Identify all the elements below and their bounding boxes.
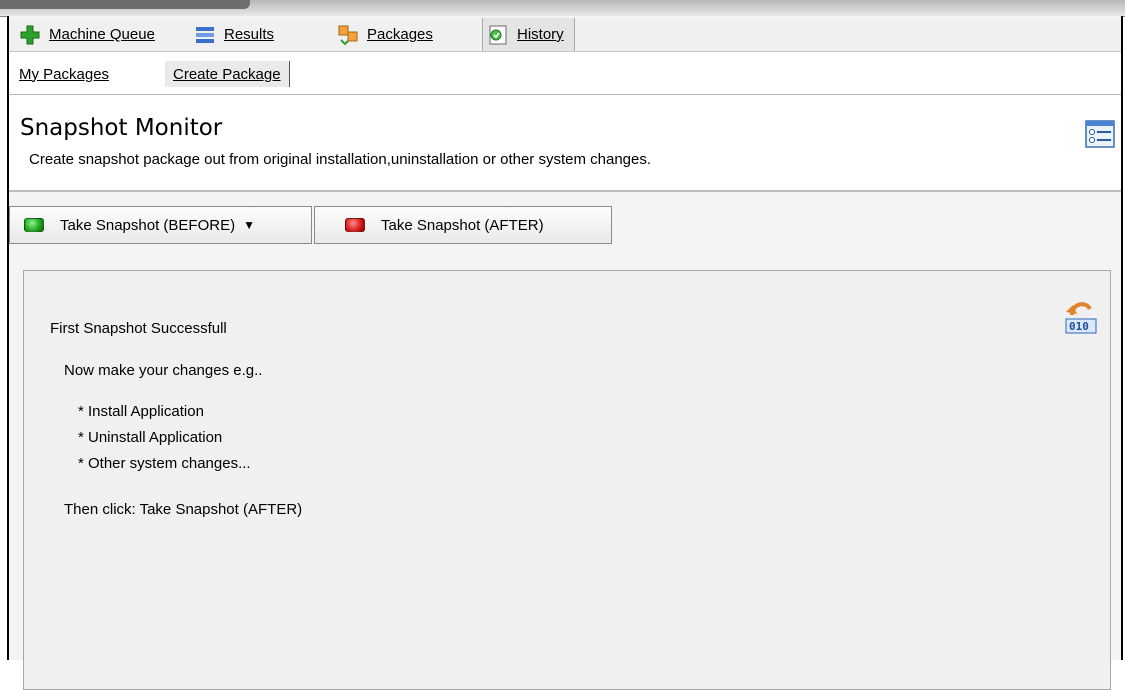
toolbar-history[interactable]: History — [482, 18, 575, 51]
svg-text:010: 010 — [1069, 320, 1089, 333]
tab-label: Create Package — [173, 65, 281, 83]
toolbar-results[interactable]: Results — [194, 18, 274, 51]
undo-binary-icon[interactable]: 010 — [1064, 295, 1098, 335]
list-item: * Other system changes... — [78, 455, 251, 472]
red-status-icon — [345, 218, 365, 232]
button-label: Take Snapshot (BEFORE) — [60, 216, 236, 234]
packages-icon — [337, 24, 359, 46]
tab-label: My Packages — [19, 65, 110, 83]
tab-my-packages[interactable]: My Packages — [11, 61, 117, 87]
results-icon — [194, 24, 216, 46]
window-top-edge — [0, 0, 1125, 17]
page-header: Snapshot Monitor Create snapshot package… — [9, 95, 1121, 192]
main-toolbar: Machine Queue Results Packages History — [9, 18, 1121, 52]
green-status-icon — [24, 218, 44, 232]
add-icon — [19, 24, 41, 46]
properties-icon[interactable] — [1085, 119, 1115, 149]
page-title: Snapshot Monitor — [20, 115, 223, 141]
snapshot-toolbar: Take Snapshot (BEFORE) ▼ Take Snapshot (… — [9, 206, 1121, 244]
instruction-text: Now make your changes e.g.. — [64, 362, 263, 379]
final-instruction: Then click: Take Snapshot (AFTER) — [64, 501, 303, 518]
toolbar-label: History — [517, 26, 564, 43]
window-tab-stub — [0, 0, 250, 9]
status-text: First Snapshot Successfull — [50, 320, 227, 337]
tab-create-package[interactable]: Create Package — [165, 61, 290, 87]
list-item: * Install Application — [78, 403, 204, 420]
button-label: Take Snapshot (AFTER) — [381, 216, 544, 234]
history-icon — [487, 24, 509, 46]
page-description: Create snapshot package out from origina… — [29, 151, 652, 168]
toolbar-label: Machine Queue — [49, 26, 155, 43]
list-item: * Uninstall Application — [78, 429, 223, 446]
toolbar-label: Results — [224, 26, 275, 43]
toolbar-machine-queue[interactable]: Machine Queue — [19, 18, 155, 51]
snapshot-status-panel: First Snapshot Successfull Now make your… — [23, 270, 1111, 690]
toolbar-label: Packages — [367, 26, 433, 43]
take-snapshot-before-button[interactable]: Take Snapshot (BEFORE) ▼ — [9, 206, 312, 244]
app-frame: Machine Queue Results Packages History M… — [7, 16, 1123, 690]
take-snapshot-after-button[interactable]: Take Snapshot (AFTER) — [314, 206, 612, 244]
toolbar-packages[interactable]: Packages — [337, 18, 433, 51]
dropdown-arrow-icon[interactable]: ▼ — [243, 218, 255, 232]
package-subtabs: My Packages Create Package — [9, 52, 1121, 95]
